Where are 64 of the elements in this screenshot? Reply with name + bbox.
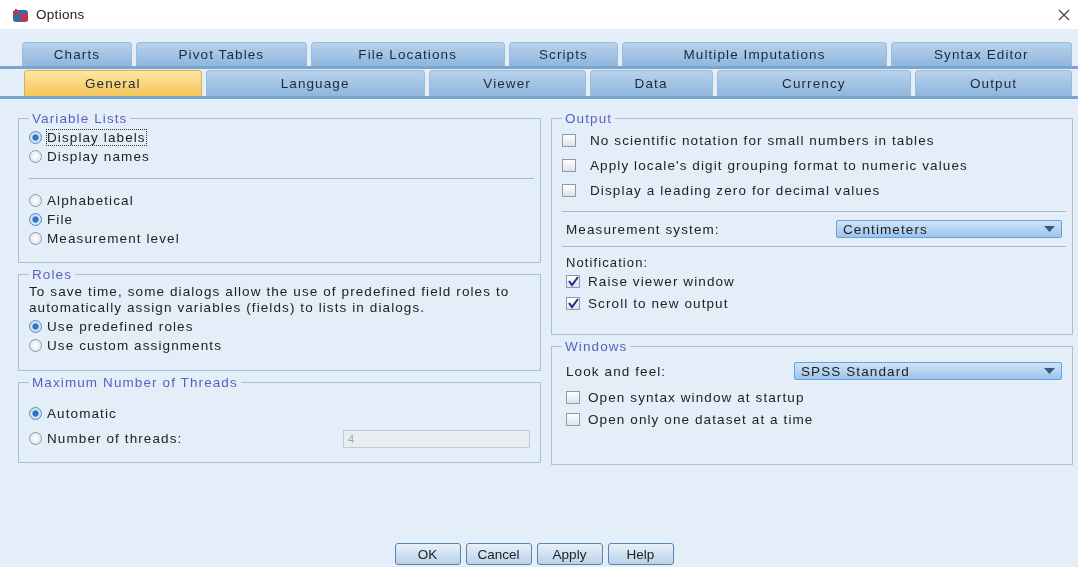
dialog-button[interactable]: Help: [607, 543, 674, 565]
dialog-button[interactable]: OK: [394, 543, 461, 565]
tab[interactable]: Output: [915, 70, 1072, 96]
checkbox-label: Open only one dataset at a time: [588, 411, 814, 427]
measurement-label: Measurement system:: [566, 221, 721, 237]
measurement-dropdown[interactable]: Centimeters: [836, 220, 1062, 238]
radio-label: Display names: [47, 149, 150, 164]
tab[interactable]: Multiple Imputations: [622, 42, 887, 66]
group-title: Variable Lists: [31, 111, 129, 126]
checkbox-label: Display a leading zero for decimal values: [590, 183, 881, 198]
checkbox[interactable]: [562, 134, 576, 147]
checkbox-label: Apply locale's digit grouping format to numeric values: [590, 158, 968, 173]
group-title: Windows: [564, 339, 629, 354]
tab[interactable]: Syntax Editor: [890, 42, 1072, 66]
tab[interactable]: Scripts: [508, 42, 619, 66]
radio-button[interactable]: [29, 320, 42, 333]
caret-icon: [1044, 226, 1055, 232]
checkbox[interactable]: [562, 184, 576, 197]
radio-label: Use custom assignments: [47, 338, 222, 353]
look-dropdown[interactable]: SPSS Standard: [794, 362, 1062, 380]
tab[interactable]: General: [24, 70, 202, 96]
radio-button[interactable]: [29, 131, 42, 144]
radio-button[interactable]: [29, 339, 42, 352]
tab[interactable]: File Locations: [310, 42, 505, 66]
radio-label: Alphabetical: [47, 193, 134, 208]
radio-label: Measurement level: [47, 231, 180, 246]
radio-label: Automatic: [47, 406, 117, 421]
radio-button[interactable]: [29, 407, 42, 420]
dialog-button[interactable]: Apply: [536, 543, 603, 565]
notification-label: Notification:: [566, 255, 649, 270]
checkbox-label: No scientific notation for small numbers in tables: [590, 133, 935, 148]
radio-button[interactable]: [29, 194, 42, 207]
radio-label: Use predefined roles: [47, 319, 194, 334]
checkbox[interactable]: [566, 390, 580, 404]
radio-label: Number of threads:: [47, 431, 183, 446]
look-label: Look and feel:: [566, 363, 668, 379]
checkbox[interactable]: [566, 274, 580, 288]
radio-button[interactable]: [29, 232, 42, 245]
window-title: Options: [36, 7, 86, 22]
checkbox[interactable]: [566, 412, 580, 426]
group-title: Roles: [31, 267, 73, 282]
radio-button[interactable]: [29, 213, 42, 226]
group-title: Output: [564, 111, 614, 126]
tab[interactable]: Data: [589, 70, 713, 96]
tab[interactable]: Viewer: [428, 70, 586, 96]
checkbox-label: Scroll to new output: [588, 295, 729, 311]
radio-button[interactable]: [29, 432, 42, 445]
checkbox-label: Raise viewer window: [588, 273, 735, 289]
radio-label: Display labels: [47, 130, 146, 145]
radio-button[interactable]: [29, 150, 42, 163]
group-title: Maximum Number of Threads: [31, 375, 239, 390]
close-icon[interactable]: [1058, 8, 1070, 21]
tab[interactable]: Currency: [716, 70, 912, 96]
checkbox-label: Open syntax window at startup: [588, 389, 805, 405]
app-icon: [12, 6, 30, 23]
caret-icon: [1044, 368, 1055, 374]
dialog-button[interactable]: Cancel: [465, 543, 532, 565]
checkbox[interactable]: [566, 296, 580, 310]
roles-description: To save time, some dialogs allow the use of predefined field roles to automatically assign variables (fields) to lists in dialogs.: [29, 284, 511, 316]
tab[interactable]: Language: [205, 70, 425, 96]
tab[interactable]: Pivot Tables: [135, 42, 307, 66]
checkbox[interactable]: [562, 159, 576, 172]
tab[interactable]: Charts: [22, 42, 132, 66]
radio-label: File: [47, 212, 74, 227]
